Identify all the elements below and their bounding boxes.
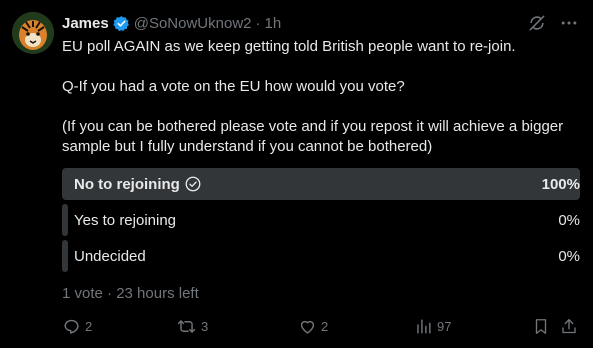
check-circle-icon — [184, 175, 202, 193]
heart-icon — [298, 317, 317, 336]
repost-button[interactable]: 3 — [176, 316, 208, 336]
tweet-paragraph-2: Q-If you had a vote on the EU how would … — [62, 78, 405, 95]
poll-option-percent: 0% — [558, 211, 580, 229]
tweet-paragraph-3: (If you can be bothered please vote and … — [62, 118, 564, 155]
tweet-header: James @SoNowUknow2 · 1h — [62, 12, 281, 34]
poll-option-label: No to rejoining — [74, 175, 180, 193]
poll-meta: 1 vote · 23 hours left — [62, 285, 199, 302]
poll-option-label: Yes to rejoining — [74, 211, 177, 229]
avatar-image — [12, 12, 54, 54]
share-button[interactable] — [560, 316, 578, 336]
poll-option-label: Undecided — [74, 247, 146, 265]
poll-option-no[interactable]: No to rejoining 100% — [62, 168, 580, 200]
poll-option-percent: 100% — [541, 175, 580, 193]
poll: No to rejoining 100% Yes to rejoining 0%… — [62, 168, 580, 276]
views-count: 97 — [437, 318, 452, 334]
tweet-text: EU poll AGAIN as we keep getting told Br… — [62, 37, 582, 157]
tweet-paragraph-1: EU poll AGAIN as we keep getting told Br… — [62, 38, 516, 55]
more-icon[interactable] — [559, 13, 579, 38]
repost-count: 3 — [201, 318, 209, 334]
avatar[interactable] — [12, 12, 54, 54]
views-icon — [414, 317, 433, 336]
grok-icon[interactable] — [527, 13, 547, 38]
tweet-top-actions — [527, 13, 579, 38]
tweet-actions: 2 3 2 97 — [62, 316, 582, 336]
poll-option-label-wrap: Undecided — [74, 240, 146, 272]
poll-bar — [62, 240, 68, 272]
tweet-time[interactable]: 1h — [265, 15, 282, 32]
header-separator: · — [255, 14, 261, 32]
author-name[interactable]: James — [62, 15, 109, 32]
views-button[interactable]: 97 — [414, 316, 451, 336]
like-button[interactable]: 2 — [298, 316, 328, 336]
reply-button[interactable]: 2 — [62, 316, 92, 336]
poll-option-label-wrap: Yes to rejoining — [74, 204, 176, 236]
bookmark-icon — [532, 317, 550, 336]
poll-option-label-wrap: No to rejoining — [74, 168, 202, 200]
reply-count: 2 — [85, 318, 93, 334]
share-icon — [560, 317, 578, 336]
poll-option-undecided[interactable]: Undecided 0% — [62, 240, 580, 272]
poll-option-percent: 0% — [558, 247, 580, 265]
like-count: 2 — [321, 318, 329, 334]
reply-icon — [62, 317, 81, 336]
repost-icon — [176, 317, 197, 336]
poll-bar — [62, 204, 68, 236]
author-handle[interactable]: @SoNowUknow2 — [134, 15, 252, 32]
poll-option-yes[interactable]: Yes to rejoining 0% — [62, 204, 580, 236]
verified-badge-icon — [113, 15, 130, 32]
bookmark-button[interactable] — [532, 316, 550, 336]
